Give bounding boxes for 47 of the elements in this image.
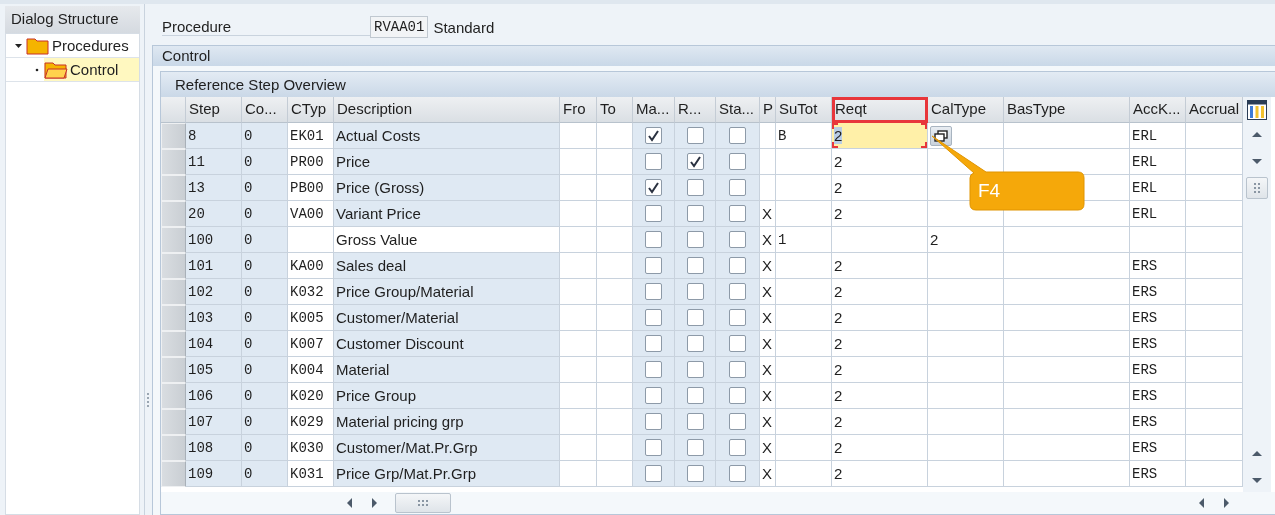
procedure-description: Standard: [433, 18, 495, 36]
table-cell: 0: [242, 123, 288, 149]
table-cell: Variant Price: [334, 201, 560, 227]
field-label: Procedure: [162, 18, 370, 36]
table-cell: 0: [242, 201, 288, 227]
table-cell: 108: [186, 435, 242, 461]
table-cell: Material: [334, 357, 560, 383]
table-cell: 0: [242, 409, 288, 435]
table-cell: Customer/Material: [334, 305, 560, 331]
callout-text: F4: [978, 180, 1001, 202]
table-cell: 0: [242, 383, 288, 409]
table-cell: Price: [334, 149, 560, 175]
table-cell: Customer Discount: [334, 331, 560, 357]
table-cell: Price (Gross): [334, 175, 560, 201]
table-cell: 104: [186, 331, 242, 357]
table-title: Reference Step Overview: [161, 72, 1275, 97]
table-cell: Price Group/Material: [334, 279, 560, 305]
table-cell: 8: [186, 123, 242, 149]
section-title: Control: [153, 46, 1275, 66]
table-cell: 102: [186, 279, 242, 305]
table-cell: 0: [242, 227, 288, 253]
table-cell: 0: [242, 305, 288, 331]
table-cell: Material pricing grp: [334, 409, 560, 435]
table-cell: Actual Costs: [334, 123, 560, 149]
table-cell: 101: [186, 253, 242, 279]
table-cell: 0: [242, 149, 288, 175]
table-cell: Sales deal: [334, 253, 560, 279]
table-cell: 0: [242, 279, 288, 305]
table-cell: Price Group: [334, 383, 560, 409]
table-cell: 106: [186, 383, 242, 409]
table-cell: 100: [186, 227, 242, 253]
table-cell: 105: [186, 357, 242, 383]
table-cell: 109: [186, 461, 242, 487]
table-cell: 0: [242, 357, 288, 383]
table-cell: 0: [242, 461, 288, 487]
table-cell: 13: [186, 175, 242, 201]
table-cell: 103: [186, 305, 242, 331]
table-cell: 0: [242, 331, 288, 357]
table-cell: 0: [242, 435, 288, 461]
table-cell: 0: [242, 253, 288, 279]
table-cell: Price Grp/Mat.Pr.Grp: [334, 461, 560, 487]
table-cell: 20: [186, 201, 242, 227]
table-cell: 0: [242, 175, 288, 201]
table-cell: Customer/Mat.Pr.Grp: [334, 435, 560, 461]
table-cell: 11: [186, 149, 242, 175]
panel-title: Dialog Structure: [5, 6, 140, 33]
table-cell: 107: [186, 409, 242, 435]
